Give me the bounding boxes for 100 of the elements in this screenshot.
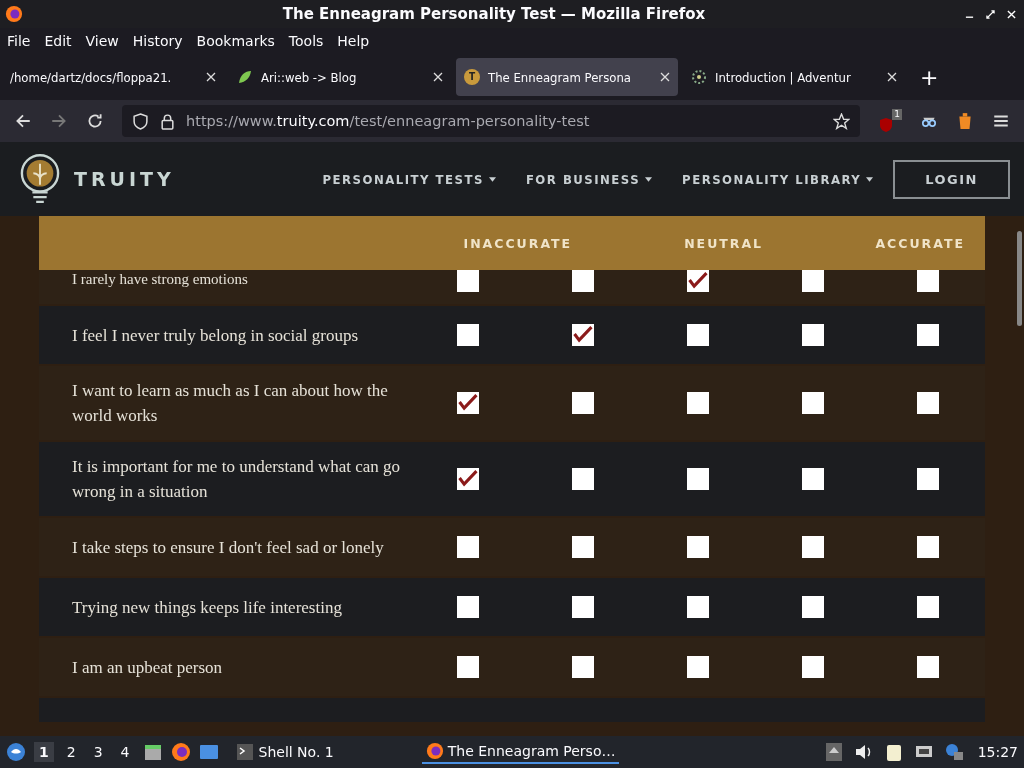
notification-icon[interactable] bbox=[943, 742, 964, 762]
dots-icon bbox=[691, 69, 707, 85]
answer-checkbox[interactable] bbox=[456, 468, 479, 490]
forward-icon[interactable] bbox=[50, 112, 68, 130]
trash-can-icon[interactable] bbox=[956, 112, 974, 130]
caret-icon bbox=[645, 176, 653, 182]
menu-item[interactable]: Edit bbox=[44, 33, 72, 49]
answer-checkbox[interactable] bbox=[801, 270, 824, 292]
answer-checkbox[interactable] bbox=[571, 468, 594, 490]
nav-menu-link[interactable]: PERSONALITY TESTS bbox=[322, 171, 496, 187]
question-text: Trying new things keeps life interesting bbox=[72, 596, 343, 619]
answer-checkbox[interactable] bbox=[686, 596, 709, 618]
menu-item[interactable]: Bookmarks bbox=[196, 33, 275, 49]
close-icon[interactable] bbox=[887, 72, 897, 82]
answer-checkbox[interactable] bbox=[686, 536, 709, 558]
answer-checkbox[interactable] bbox=[801, 656, 824, 678]
answer-checkbox[interactable] bbox=[686, 656, 709, 678]
new-tab-button[interactable]: + bbox=[920, 64, 939, 90]
caret-icon bbox=[488, 176, 496, 182]
terminal-icon bbox=[236, 744, 253, 760]
workspace-button[interactable]: 2 bbox=[61, 742, 81, 762]
lock-icon bbox=[159, 112, 176, 130]
question-text: I am an upbeat person bbox=[72, 656, 224, 679]
answer-checkbox[interactable] bbox=[571, 536, 594, 558]
question-text: I take steps to ensure I don't feel sad or lonely bbox=[72, 536, 385, 559]
file-cabinet-icon[interactable] bbox=[142, 742, 163, 762]
menu-item[interactable]: Help bbox=[337, 33, 370, 49]
address-bar[interactable]: https://www.truity.com/test/enneagram-personality-test bbox=[122, 105, 860, 137]
scale-label: INACCURATE bbox=[462, 235, 574, 251]
menu-item[interactable]: File bbox=[7, 33, 31, 49]
answer-checkbox[interactable] bbox=[686, 324, 709, 346]
shield-icon bbox=[132, 112, 149, 130]
window-icon[interactable] bbox=[198, 742, 219, 762]
menu-item[interactable]: History bbox=[132, 33, 183, 49]
answer-checkbox[interactable] bbox=[801, 468, 824, 490]
back-icon[interactable] bbox=[14, 112, 32, 130]
brand-name: TRUITY bbox=[74, 168, 175, 190]
answer-checkbox[interactable] bbox=[801, 324, 824, 346]
nav-menu-link[interactable]: FOR BUSINESS bbox=[525, 171, 653, 187]
caret-icon bbox=[866, 176, 874, 182]
answer-checkbox[interactable] bbox=[801, 536, 824, 558]
firefox-icon bbox=[425, 742, 444, 760]
reload-icon[interactable] bbox=[86, 112, 104, 130]
answer-checkbox[interactable] bbox=[916, 536, 939, 558]
browser-tab[interactable]: Ari::web -> Blog bbox=[229, 58, 451, 96]
answer-checkbox[interactable] bbox=[571, 596, 594, 618]
answer-checkbox[interactable] bbox=[686, 270, 709, 292]
leaf-icon bbox=[237, 69, 253, 85]
firefox-icon bbox=[5, 5, 23, 23]
question-text: I rarely have strong emotions bbox=[72, 270, 249, 288]
answer-checkbox[interactable] bbox=[456, 392, 479, 414]
answer-checkbox[interactable] bbox=[456, 270, 479, 292]
browser-tab[interactable]: T The Enneagram Persona bbox=[456, 58, 678, 96]
answer-checkbox[interactable] bbox=[456, 324, 479, 346]
answer-checkbox[interactable] bbox=[916, 392, 939, 414]
scale-label: NEUTRAL bbox=[683, 235, 765, 251]
scale-label: ACCURATE bbox=[874, 235, 966, 251]
answer-checkbox[interactable] bbox=[801, 392, 824, 414]
answer-checkbox[interactable] bbox=[571, 324, 594, 346]
answer-checkbox[interactable] bbox=[686, 392, 709, 414]
nav-menu-link[interactable]: PERSONALITY LIBRARY bbox=[682, 171, 874, 187]
login-button[interactable]: LOGIN bbox=[893, 159, 1010, 199]
lightbulb-logo-icon bbox=[20, 154, 60, 204]
maximize-icon[interactable] bbox=[986, 9, 995, 19]
answer-checkbox[interactable] bbox=[571, 656, 594, 678]
answer-checkbox[interactable] bbox=[916, 324, 939, 346]
answer-checkbox[interactable] bbox=[916, 468, 939, 490]
menu-item[interactable]: View bbox=[85, 33, 119, 49]
answer-checkbox[interactable] bbox=[456, 536, 479, 558]
answer-checkbox[interactable] bbox=[686, 468, 709, 490]
firefox-icon[interactable] bbox=[170, 742, 191, 762]
workspace-button[interactable]: 3 bbox=[88, 742, 108, 762]
menu-item[interactable]: Tools bbox=[288, 33, 324, 49]
answer-checkbox[interactable] bbox=[916, 270, 939, 292]
answer-checkbox[interactable] bbox=[916, 596, 939, 618]
scrollbar[interactable] bbox=[1017, 231, 1022, 326]
answer-checkbox[interactable] bbox=[916, 656, 939, 678]
taskbar-app[interactable]: Shell No. 1 bbox=[236, 744, 334, 760]
browser-tab[interactable]: Introduction | Adventur bbox=[683, 58, 905, 96]
answer-checkbox[interactable] bbox=[801, 596, 824, 618]
close-icon[interactable] bbox=[206, 72, 216, 82]
close-icon[interactable] bbox=[660, 72, 670, 82]
answer-checkbox[interactable] bbox=[571, 270, 594, 292]
url-text: https://www.truity.com/test/enneagram-personality-test bbox=[186, 113, 591, 129]
workspace-button[interactable]: 4 bbox=[115, 742, 135, 762]
workspace-button[interactable]: 1 bbox=[34, 742, 54, 762]
star-icon[interactable] bbox=[833, 112, 850, 130]
question-text: I feel I never truly belong in social groups bbox=[72, 324, 360, 347]
question-text: I want to learn as much as I can about how the world works bbox=[72, 380, 389, 427]
clock: 15:27 bbox=[977, 744, 1018, 760]
taskbar-window[interactable]: The Enneagram Perso… bbox=[421, 740, 620, 764]
site-icon: T bbox=[464, 69, 480, 85]
close-icon[interactable] bbox=[433, 72, 443, 82]
question-text: It is important for me to understand what can go wrong in a situation bbox=[72, 456, 402, 503]
answer-checkbox[interactable] bbox=[571, 392, 594, 414]
browser-tab[interactable]: /home/dartz/docs/floppa21. bbox=[2, 58, 224, 96]
answer-checkbox[interactable] bbox=[456, 596, 479, 618]
answer-checkbox[interactable] bbox=[456, 656, 479, 678]
eject-icon[interactable] bbox=[823, 742, 844, 762]
window-title: The Enneagram Personality Test — Mozilla Firefox bbox=[281, 5, 707, 23]
